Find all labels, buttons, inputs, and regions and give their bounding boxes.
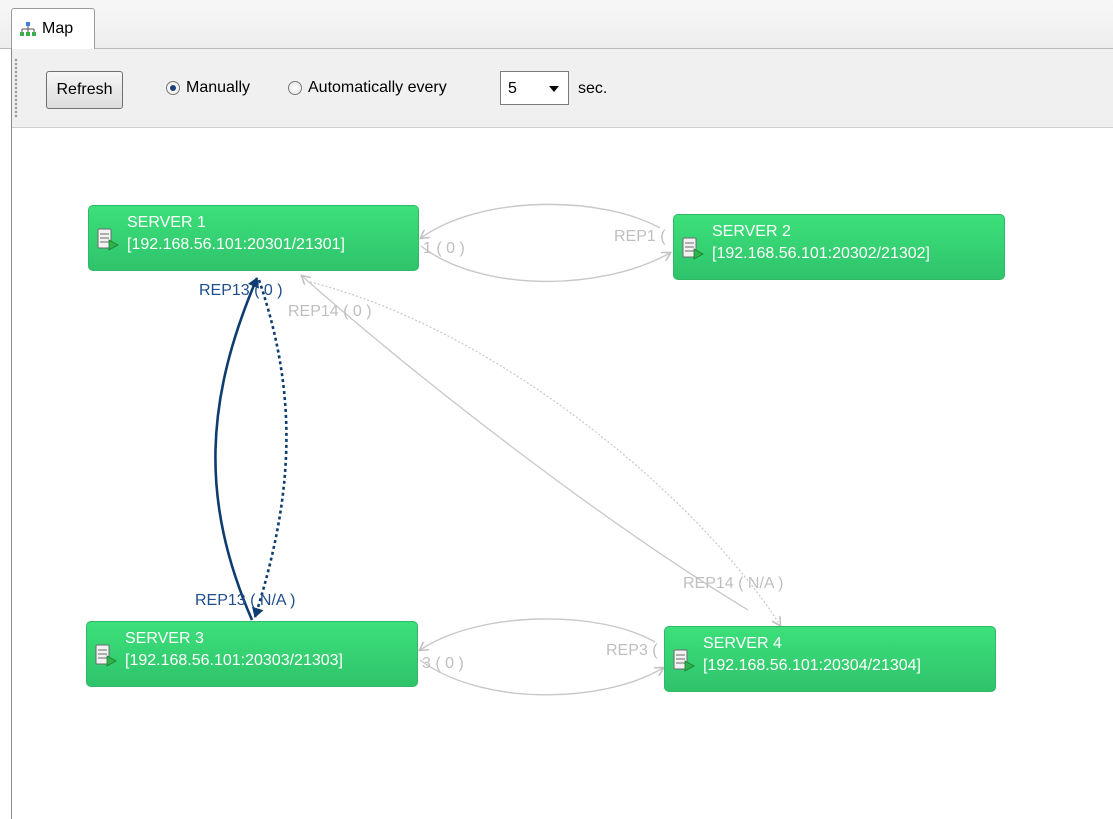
server-name: SERVER 1 [127,214,206,231]
server-name: SERVER 2 [712,223,791,240]
link-s4-to-s1[interactable] [302,276,749,611]
edge-label-s1-s3-top: REP13 ( 0 ) [199,282,283,299]
database-server-icon [95,644,117,667]
edge-label-s1-s4-bottom: REP14 ( N/A ) [683,575,784,592]
server-node-2[interactable]: SERVER 2 [192.168.56.101:20302/21302] [673,214,1005,280]
server-node-4[interactable]: SERVER 4 [192.168.56.101:20304/21304] [664,626,996,692]
server-name: SERVER 3 [125,630,204,647]
link-s1-to-s3[interactable] [251,279,288,618]
server-name: SERVER 4 [703,635,782,652]
database-server-icon [97,228,119,251]
edge-label-s1-s4-top: REP14 ( 0 ) [288,303,372,320]
database-server-icon [673,649,695,672]
map-view: Map Refresh Manually Automatically every… [0,0,1113,819]
edge-label-s1-s2-left: 1 ( 0 ) [423,240,465,257]
replication-links [214,203,1113,696]
database-server-icon [682,237,704,260]
server-node-3[interactable]: SERVER 3 [192.168.56.101:20303/21303] [86,621,418,687]
edge-label-s1-s3-bottom: REP13 ( N/A ) [195,592,296,609]
link-s3-to-s1[interactable] [214,277,259,621]
server-address: [192.168.56.101:20302/21302] [712,245,930,262]
edge-label-s3-s4-left: 3 ( 0 ) [422,655,464,672]
server-address: [192.168.56.101:20301/21301] [127,236,345,253]
server-node-1[interactable]: SERVER 1 [192.168.56.101:20301/21301] [88,205,419,271]
edge-label-s3-s4-right: REP3 ( [606,642,658,659]
edge-label-s1-s2-right: REP1 ( [614,228,666,245]
server-address: [192.168.56.101:20303/21303] [125,652,343,669]
server-address: [192.168.56.101:20304/21304] [703,657,921,674]
link-s1-to-s4[interactable] [309,281,780,625]
